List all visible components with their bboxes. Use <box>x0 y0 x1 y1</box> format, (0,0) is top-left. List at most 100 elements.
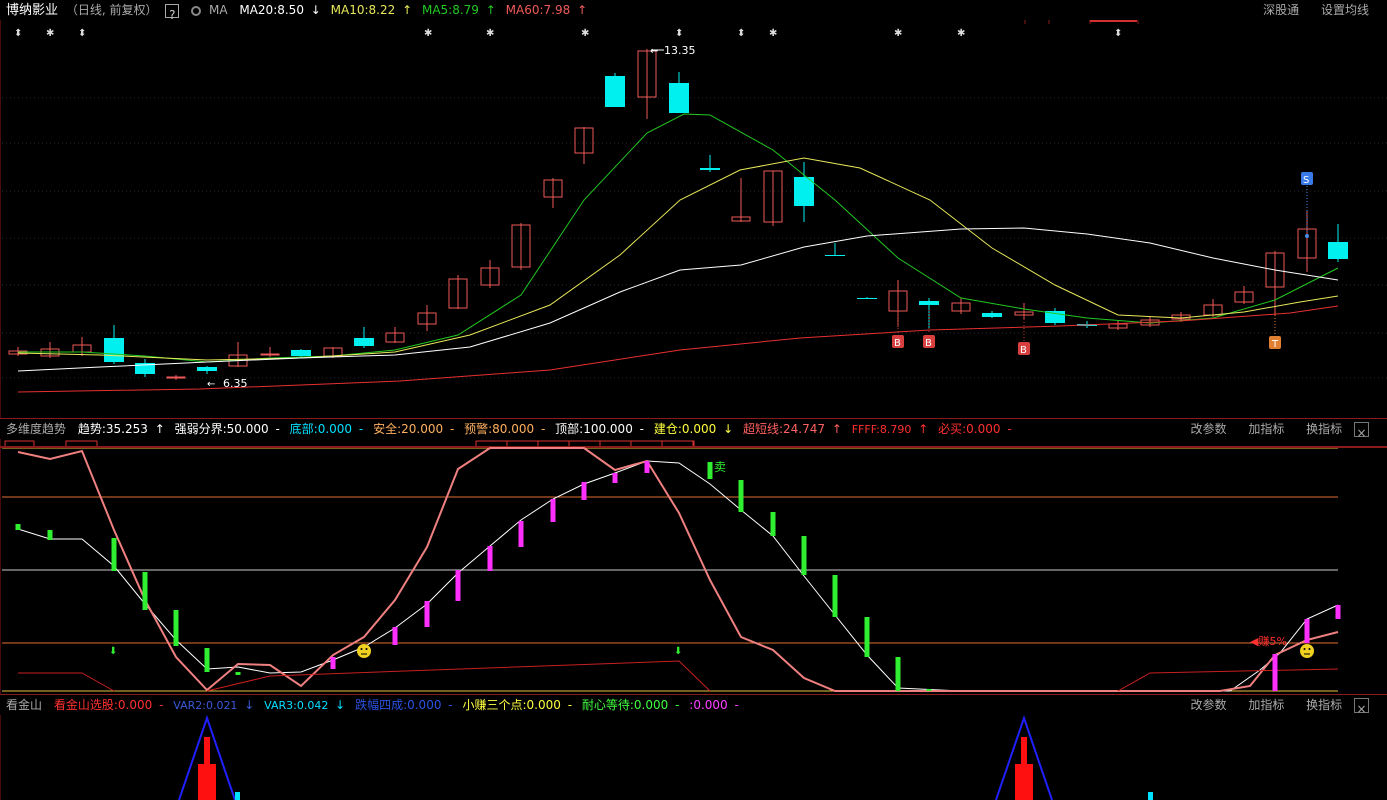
ultra-arrow: ↑ <box>831 422 842 436</box>
jinshan-pane-title[interactable]: 看金山 <box>6 695 42 715</box>
patience-arrow: - <box>675 698 680 712</box>
histogram-bar <box>801 536 807 575</box>
down-signal-icon: ⬇ <box>109 646 117 657</box>
price-chart[interactable]: ⬍ ✱ ⬍ ✱ ✱ ✱ ⬍ ⬍ ✱ ✱ ✱ ⬍ ← 13.35 ← 6.35 B B B S T <box>0 20 1387 418</box>
candle-body <box>260 353 280 356</box>
candle-body <box>104 338 124 362</box>
histogram-bar <box>581 482 587 500</box>
candle-body <box>354 338 374 346</box>
ma10-value: MA10:8.22 <box>330 3 396 17</box>
trend-close-icon[interactable]: × <box>1354 422 1369 439</box>
histogram-bar <box>235 672 241 675</box>
histogram-bar <box>487 546 493 571</box>
must-buy-value: 必买:0.000 <box>938 422 1001 436</box>
jinshan-select-arrow: - <box>159 698 164 712</box>
signal-marker-icon: ⬍ <box>1114 28 1122 39</box>
signal-marker-icon: ✱ <box>894 28 902 39</box>
histogram-bar <box>518 521 524 547</box>
histogram-bar <box>864 617 870 657</box>
smiley-eye <box>360 648 363 650</box>
bottom-arrow: - <box>358 422 364 436</box>
candle-body <box>291 350 311 356</box>
var3-bar <box>235 792 240 800</box>
trend-params-button[interactable]: 改参数 <box>1190 419 1226 439</box>
signal-marker-icon: ✱ <box>46 28 54 39</box>
signal-marker-icon: ⬍ <box>14 28 22 39</box>
trend-pane-header: 多维度趋势 趋势:35.253 ↑ 强弱分界:50.000 - 底部:0.000… <box>0 419 1387 439</box>
smiley-eye <box>1303 648 1306 650</box>
buy-marker-label: B <box>925 338 932 349</box>
histogram-bar <box>895 657 901 691</box>
histogram-bar <box>550 499 556 522</box>
build-line <box>18 672 115 692</box>
histogram-bar <box>644 461 650 473</box>
high-arrow-icon: ← <box>650 46 658 57</box>
candle-body <box>1328 242 1348 259</box>
top-arrow: - <box>639 422 644 436</box>
jinshan-params-button[interactable]: 改参数 <box>1190 695 1226 715</box>
jinshan-close-icon[interactable]: × <box>1354 698 1369 715</box>
ma60-line <box>17 305 1339 393</box>
ultra-value: 超短线:24.747 <box>742 422 825 436</box>
gear-icon[interactable] <box>191 5 202 16</box>
sell-marker-label: S <box>1303 175 1309 186</box>
set-ma-button[interactable]: 设置均线 <box>1321 0 1369 20</box>
top-band <box>0 446 1387 448</box>
ma10-arrow: ↑ <box>402 3 413 17</box>
ma20-arrow: ↓ <box>310 3 321 17</box>
jinshan-indicator-chart[interactable] <box>0 715 1387 800</box>
help-button[interactable]: ? <box>165 3 180 20</box>
histogram-bar <box>330 657 336 669</box>
main-chart-header: 博纳影业 （日线, 前复权） ? MA MA20:8.50 ↓ MA10:8.2… <box>0 0 1387 20</box>
ma20-line <box>17 227 1339 372</box>
trend-switch-indicator-button[interactable]: 换指标 <box>1306 419 1342 439</box>
ma20-value: MA20:8.50 <box>239 3 304 17</box>
signal-bar <box>198 764 216 800</box>
candle-body <box>982 313 1002 317</box>
signal-marker-icon: ⬍ <box>675 28 683 39</box>
signal-marker-icon: ✱ <box>581 28 589 39</box>
strong-weak-value: 强弱分界:50.000 <box>174 422 269 436</box>
deep-connect-button[interactable]: 深股通 <box>1263 0 1299 20</box>
period-label[interactable]: （日线, 前复权） <box>66 0 158 20</box>
strong-weak-arrow: - <box>275 422 280 436</box>
bottom-value: 底部:0.000 <box>289 422 353 436</box>
jinshan-pane-header: 看金山 看金山选股:0.000 - VAR2:0.021 ↓ VAR3:0.04… <box>0 695 1387 715</box>
signal-bar <box>1015 764 1033 800</box>
histogram-bar <box>392 627 398 645</box>
signal-bar <box>204 737 210 764</box>
safe-arrow: - <box>449 422 455 436</box>
trend-pane-title[interactable]: 多维度趋势 <box>6 419 66 439</box>
histogram-bar <box>1335 605 1341 619</box>
jinshan-add-indicator-button[interactable]: 加指标 <box>1248 695 1284 715</box>
histogram-bar <box>926 689 932 691</box>
jinshan-select-value: 看金山选股:0.000 <box>53 698 153 712</box>
histogram-bar <box>142 572 148 610</box>
build-arrow: ↓ <box>723 422 734 436</box>
ma60-value: MA60:7.98 <box>505 3 571 17</box>
earn-signal-label: ◀赚5% <box>1250 634 1287 648</box>
histogram-bar <box>738 480 744 512</box>
candle-body <box>857 298 877 299</box>
ffff-value: FFFF:8.790 <box>851 423 912 436</box>
var3-value: VAR3:0.042 <box>264 699 329 712</box>
stock-name[interactable]: 博纳影业 <box>6 1 58 20</box>
histogram-bar <box>1304 619 1310 643</box>
var2-arrow: ↓ <box>244 698 255 712</box>
candle-body <box>605 76 625 107</box>
jinshan-switch-indicator-button[interactable]: 换指标 <box>1306 695 1342 715</box>
indicator-name: MA <box>208 3 228 17</box>
trend-add-indicator-button[interactable]: 加指标 <box>1248 419 1284 439</box>
signal-bar <box>1021 737 1027 764</box>
histogram-bar <box>707 462 713 479</box>
candle-body <box>669 83 689 113</box>
candle-body <box>197 367 217 371</box>
drop40-value: 跌幅四成:0.000 <box>355 698 442 712</box>
ma5-arrow: ↑ <box>485 3 496 17</box>
var3-arrow: ↓ <box>335 698 346 712</box>
signal-marker-icon: ⬍ <box>78 28 86 39</box>
trend-indicator-chart[interactable]: ⬇ ⬇ 卖 ◀赚5% <box>0 439 1387 694</box>
candle-body <box>794 177 814 206</box>
signal-marker-icon: ✱ <box>424 28 432 39</box>
build-value: 建仓:0.000 <box>653 422 717 436</box>
